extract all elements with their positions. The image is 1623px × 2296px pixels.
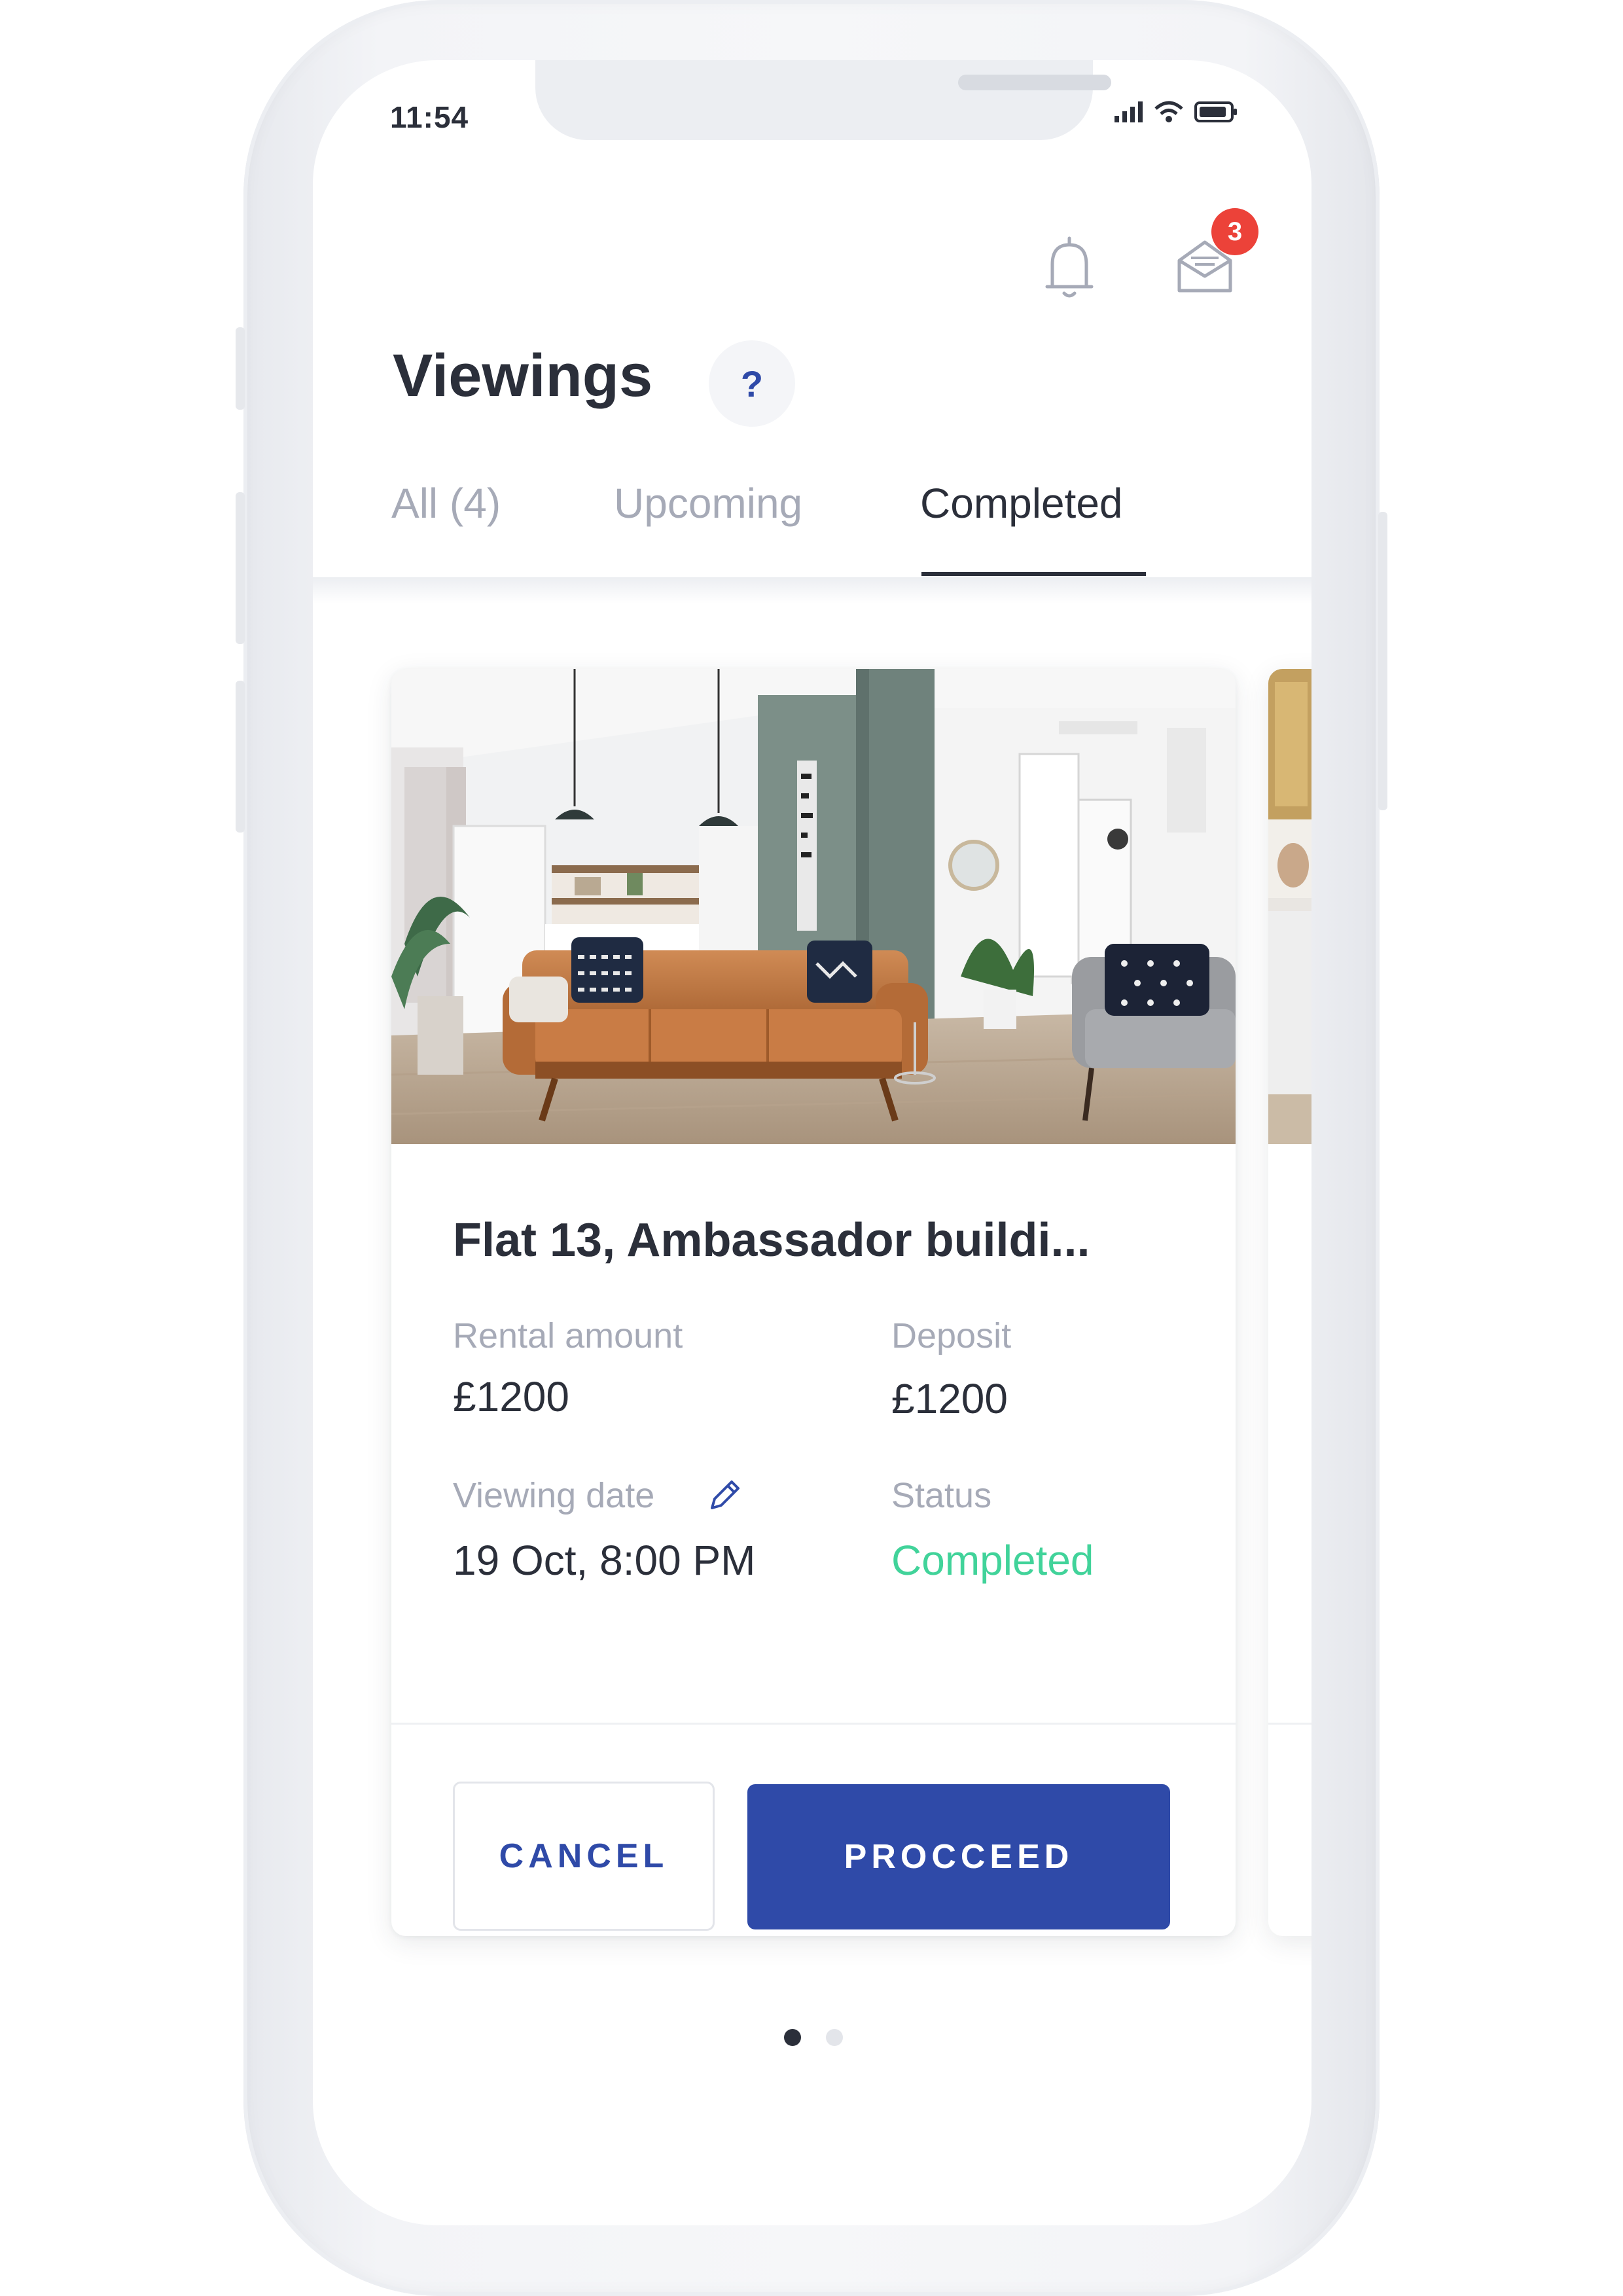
cancel-button[interactable]: CANCEL [453,1782,715,1931]
deposit-value: £1200 [891,1375,1008,1422]
property-title: Flat 13, Ambassador buildi... [453,1214,1090,1266]
status-value: Completed [891,1537,1094,1584]
page-title: Viewings [393,342,653,409]
phone-power-button [1378,512,1387,810]
viewing-date-label: Viewing date [453,1476,655,1515]
card-divider [391,1723,1236,1725]
phone-notch [535,60,1111,140]
app-screen: 11:54 3 Viewings ? All (4) Upcoming Comp… [313,60,1311,2225]
signal-icon [1115,101,1143,122]
active-tab-indicator [921,572,1146,576]
edit-pencil-icon[interactable] [705,1475,745,1515]
property-photo [391,669,1236,1144]
tab-upcoming[interactable]: Upcoming [614,479,802,528]
deposit-label: Deposit [891,1316,1012,1355]
pagination-dot[interactable] [826,2029,843,2046]
next-property-photo [1268,669,1311,1144]
pagination-dot-active[interactable] [784,2029,801,2046]
status-time: 11:54 [390,100,469,134]
bell-icon[interactable] [1044,234,1094,301]
proceed-button[interactable]: PROCCEED [747,1784,1170,1929]
viewing-card[interactable]: Flat 13, Ambassador buildi... Rental amo… [391,669,1236,1936]
phone-side-button [236,327,245,410]
wifi-icon [1154,101,1183,122]
tab-all[interactable]: All (4) [391,479,501,528]
status-icons [1115,101,1238,123]
next-card-divider [1268,1723,1311,1725]
header-divider-shadow [313,577,1311,603]
messages-badge: 3 [1211,208,1258,255]
phone-volume-up-button [236,492,245,644]
rental-amount-label: Rental amount [453,1316,683,1355]
next-viewing-card-peek[interactable] [1268,669,1311,1936]
tab-completed[interactable]: Completed [920,479,1123,528]
viewing-date-value: 19 Oct, 8:00 PM [453,1537,756,1584]
battery-icon [1194,101,1237,122]
status-label: Status [891,1476,992,1515]
phone-volume-down-button [236,681,245,833]
help-button[interactable]: ? [709,340,795,427]
phone-speaker [958,75,1111,90]
rental-amount-value: £1200 [453,1373,569,1420]
